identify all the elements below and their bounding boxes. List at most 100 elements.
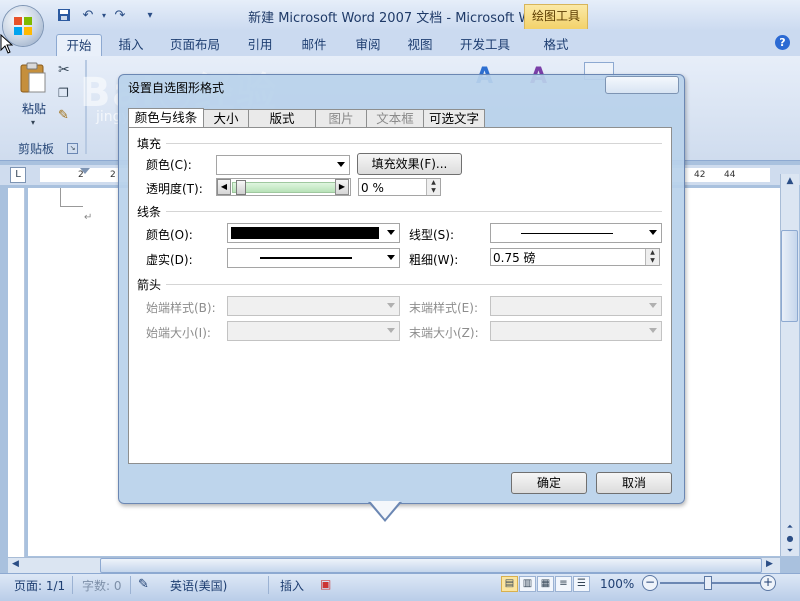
end-style-label: 末端样式(E): [409,301,478,315]
macro-record-icon[interactable]: ▣ [320,577,331,591]
chevron-down-icon [649,303,657,308]
cancel-button[interactable]: 取消 [596,472,672,494]
dash-style-preview [260,257,352,259]
slider-right-icon[interactable]: ▶ [335,179,349,195]
language-indicator[interactable]: 英语(美国) [170,577,227,594]
contextual-tab-drawing-tools: 绘图工具 [524,4,588,29]
dialog-launcher-icon[interactable]: ↘ [67,143,78,154]
outline-view-icon[interactable]: ≡ [555,576,572,592]
word-count[interactable]: 字数: 0 [82,577,122,594]
help-icon[interactable]: ? [775,35,790,50]
line-style-dropdown[interactable] [490,223,662,243]
paragraph-mark-icon: ↵ [84,212,93,223]
print-layout-view-icon[interactable]: ▤ [501,576,518,592]
tab-colors-and-lines[interactable]: 颜色与线条 [128,108,204,128]
tab-view[interactable]: 视图 [398,34,442,55]
slider-left-icon[interactable]: ◀ [217,179,231,195]
full-screen-reading-icon[interactable]: ▥ [519,576,536,592]
tab-layout[interactable]: 版式 [248,109,316,128]
scroll-up-icon[interactable]: ▲ [782,176,798,186]
line-style-label: 线型(S): [409,228,455,242]
end-size-label: 末端大小(Z): [409,326,479,340]
paste-button[interactable]: 粘贴 [22,100,46,117]
tab-stop-selector[interactable]: L [10,167,26,183]
transparency-label: 透明度(T): [146,182,203,196]
arrows-section-title: 箭头 [137,278,162,292]
page-count[interactable]: 页面: 1/1 [14,577,65,594]
tab-format[interactable]: 格式 [532,34,580,55]
spin-down-icon[interactable]: ▼ [426,187,440,195]
dialog-title: 设置自选图形格式 [128,81,225,95]
insert-mode[interactable]: 插入 [280,577,304,594]
copy-icon[interactable]: ❐ [58,86,69,100]
transparency-slider-track[interactable] [232,182,336,193]
status-separator [268,576,269,594]
tab-size[interactable]: 大小 [203,109,249,128]
zoom-slider-thumb[interactable] [704,576,712,590]
paste-icon[interactable] [18,62,48,94]
tab-developer[interactable]: 开发工具 [452,34,518,55]
undo-icon[interactable]: ↶ [80,8,96,24]
proofing-icon[interactable]: ✎ [138,577,149,592]
tab-alt-text[interactable]: 可选文字 [423,109,485,128]
line-color-dropdown[interactable] [227,223,400,243]
indent-marker-icon[interactable] [80,168,90,174]
web-layout-icon[interactable]: ▦ [537,576,554,592]
spin-up-icon[interactable]: ▲ [645,249,659,257]
scroll-left-icon[interactable]: ◀ [12,559,19,569]
dash-label: 虚实(D): [146,253,193,267]
chevron-down-icon[interactable]: ▾ [96,8,112,24]
tab-text-box: 文本框 [366,109,424,128]
horizontal-scroll-thumb[interactable] [100,558,762,573]
vertical-scroll-thumb[interactable] [781,230,798,322]
tab-review[interactable]: 审阅 [346,34,390,55]
format-painter-icon[interactable]: ✎ [58,108,69,123]
chevron-down-icon [649,328,657,333]
save-icon[interactable] [56,8,72,24]
fill-color-label: 颜色(C): [146,158,192,172]
dash-dropdown[interactable] [227,248,400,268]
line-section-title: 线条 [137,205,162,219]
ok-button[interactable]: 确定 [511,472,587,494]
office-button[interactable] [3,6,43,46]
tab-insert[interactable]: 插入 [109,34,153,55]
fill-color-dropdown[interactable] [216,155,350,175]
tab-references[interactable]: 引用 [238,34,282,55]
vertical-ruler[interactable] [8,188,25,558]
tab-mailings[interactable]: 邮件 [292,34,336,55]
section-divider [166,143,662,144]
previous-page-icon[interactable]: ⏶ [782,522,798,532]
chevron-down-icon [387,303,395,308]
paste-dropdown-icon[interactable]: ▾ [31,118,35,127]
begin-size-label: 始端大小(I): [146,326,211,340]
customize-toolbar-icon[interactable]: ▾ [142,8,158,24]
weight-label: 粗细(W): [409,253,459,267]
status-separator [72,576,73,594]
transparency-slider-thumb[interactable] [236,180,246,195]
next-page-icon[interactable]: ⏷ [782,546,798,556]
end-size-dropdown [490,321,662,341]
chevron-down-icon [387,230,395,235]
draft-view-icon[interactable]: ☰ [573,576,590,592]
ruler-tick: 2 [110,170,116,180]
zoom-out-icon[interactable]: − [642,575,658,591]
select-browse-object-icon[interactable]: ● [782,534,798,543]
weight-input[interactable]: 0.75 磅 ▲ ▼ [490,248,660,266]
end-style-dropdown [490,296,662,316]
zoom-level[interactable]: 100% [600,577,634,591]
dialog-close-button[interactable] [605,76,679,94]
redo-icon[interactable]: ↷ [112,8,128,24]
tab-home[interactable]: 开始 [56,34,102,56]
clipboard-group-label: 剪贴板 [18,142,55,156]
spin-down-icon[interactable]: ▼ [645,257,659,265]
fill-section-title: 填充 [137,137,162,151]
cut-icon[interactable]: ✂ [58,62,70,78]
spin-up-icon[interactable]: ▲ [426,179,440,187]
chevron-down-icon [387,255,395,260]
ruler-tick: 42 [694,170,706,180]
tab-page-layout[interactable]: 页面布局 [163,34,227,55]
fill-effects-button[interactable]: 填充效果(F)... [357,153,462,175]
zoom-in-icon[interactable]: + [760,575,776,591]
scroll-right-icon[interactable]: ▶ [766,559,773,569]
transparency-input[interactable]: 0 % ▲ ▼ [358,178,441,196]
